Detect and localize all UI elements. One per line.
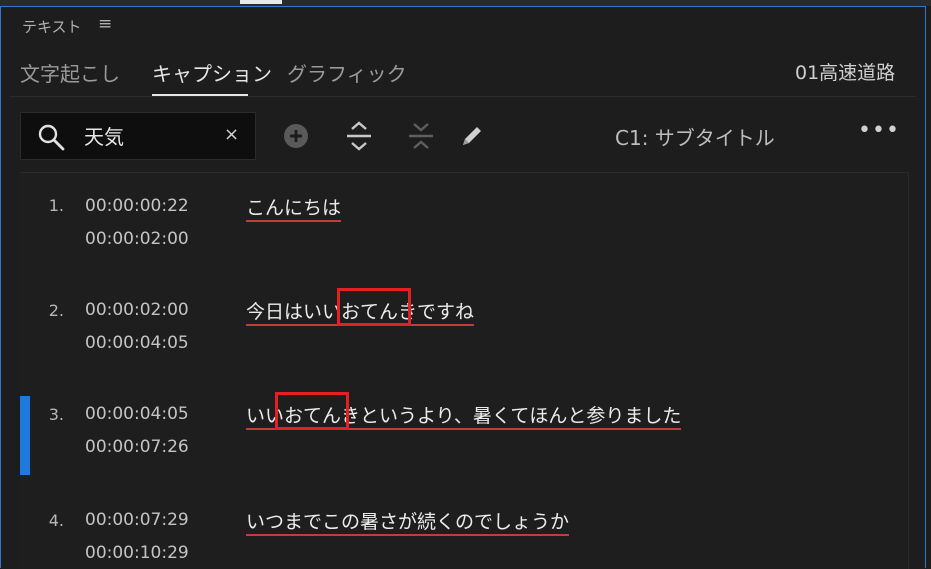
window-tab-notch bbox=[240, 0, 282, 4]
caption-text-part: ですね bbox=[417, 301, 475, 323]
clear-search-icon[interactable]: × bbox=[224, 124, 239, 145]
sequence-name: 01高速道路 bbox=[795, 62, 896, 84]
caption-end-time[interactable]: 00:00:10:29 bbox=[85, 543, 189, 563]
caption-end-time[interactable]: 00:00:07:26 bbox=[85, 437, 189, 457]
edit-pencil-icon[interactable] bbox=[458, 122, 486, 150]
caption-start-time[interactable]: 00:00:07:29 bbox=[85, 510, 189, 530]
split-caption-icon[interactable] bbox=[344, 120, 374, 152]
caption-text-part: 今日はいい bbox=[246, 301, 342, 323]
tab-transcript[interactable]: 文字起こし bbox=[20, 58, 120, 87]
tab-captions[interactable]: キャプション bbox=[152, 58, 272, 87]
caption-number: 2. bbox=[48, 301, 64, 320]
caption-number: 3. bbox=[48, 405, 64, 424]
caption-text-part: というより、暑くてほんと参りました bbox=[360, 405, 682, 427]
search-match-highlight bbox=[275, 392, 349, 430]
tab-divider bbox=[10, 96, 916, 97]
caption-text-content: いつまでこの暑さが続くのでしょうか bbox=[246, 511, 570, 536]
caption-number: 1. bbox=[48, 196, 64, 215]
caption-start-time[interactable]: 00:00:04:05 bbox=[85, 404, 189, 424]
more-options-icon[interactable]: ••• bbox=[858, 118, 900, 143]
hamburger-menu-icon[interactable]: ≡ bbox=[98, 14, 112, 34]
search-input[interactable] bbox=[84, 120, 210, 150]
search-match-highlight bbox=[337, 288, 411, 326]
caption-track-label[interactable]: C1: サブタイトル bbox=[615, 122, 775, 151]
panel-title: テキスト bbox=[22, 18, 82, 36]
caption-number: 4. bbox=[48, 511, 64, 530]
search-icon bbox=[38, 124, 65, 151]
caption-end-time[interactable]: 00:00:02:00 bbox=[85, 229, 189, 249]
merge-captions-icon[interactable] bbox=[406, 120, 436, 152]
caption-end-time[interactable]: 00:00:04:05 bbox=[85, 333, 189, 353]
caption-text-content: こんにちは bbox=[246, 197, 342, 222]
caption-start-time[interactable]: 00:00:00:22 bbox=[85, 196, 189, 216]
caption-text[interactable]: こんにちは bbox=[246, 193, 342, 222]
add-caption-icon[interactable] bbox=[282, 122, 310, 150]
tab-graphics[interactable]: グラフィック bbox=[287, 58, 407, 87]
caption-text[interactable]: いつまでこの暑さが続くのでしょうか bbox=[246, 507, 570, 536]
caption-start-time[interactable]: 00:00:02:00 bbox=[85, 300, 189, 320]
